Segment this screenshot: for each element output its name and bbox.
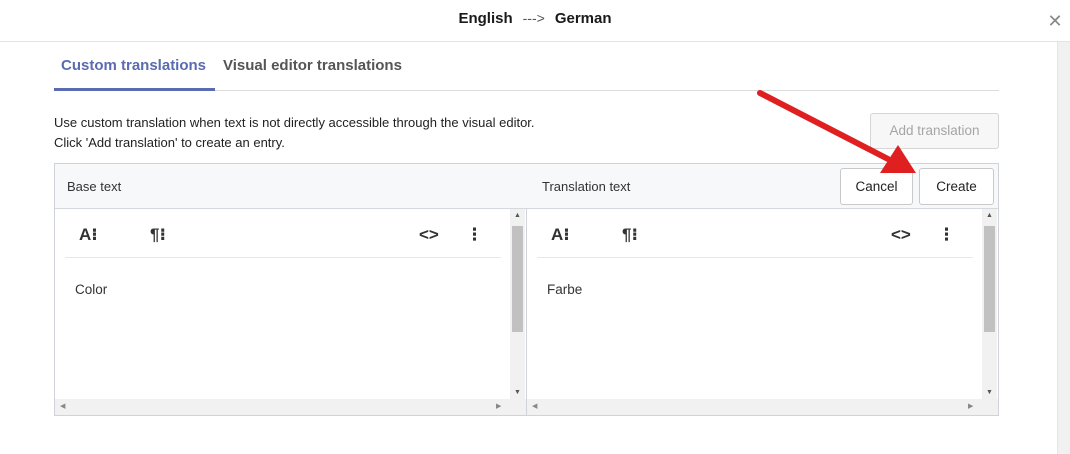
base-text-editor[interactable]: A⁝ ¶⁝ <> ⋮ Color ▲ ▼ ◀ ▶ (55, 209, 526, 415)
more-options-icon[interactable]: ⋮ (466, 225, 483, 245)
add-translation-button[interactable]: Add translation (870, 113, 999, 149)
scroll-right-icon[interactable]: ▶ (496, 402, 501, 410)
annotation-arrow-shaft (757, 90, 891, 162)
scroll-up-icon[interactable]: ▲ (510, 212, 525, 219)
tab-custom-translations[interactable]: Custom translations (54, 42, 215, 91)
translation-text-content[interactable]: Farbe (547, 282, 582, 297)
font-format-icon[interactable]: A⁝ (79, 225, 98, 245)
more-options-icon[interactable]: ⋮ (938, 225, 955, 245)
translation-panel: Base text Translation text Cancel Create… (54, 163, 999, 416)
cancel-button[interactable]: Cancel (840, 168, 913, 205)
language-pair-title: English ---> German (0, 10, 1070, 27)
target-language: German (554, 10, 612, 27)
scroll-right-icon[interactable]: ▶ (968, 402, 973, 410)
panel-header: Base text Translation text Cancel Create (55, 164, 998, 209)
code-view-icon[interactable]: <> (419, 225, 439, 245)
source-language: English (458, 10, 513, 27)
scroll-left-icon[interactable]: ◀ (60, 402, 65, 410)
scrollbar-thumb[interactable] (984, 226, 995, 332)
create-button[interactable]: Create (919, 168, 994, 205)
base-text-content[interactable]: Color (75, 282, 107, 297)
translation-text-editor[interactable]: A⁝ ¶⁝ <> ⋮ Farbe ▲ ▼ ◀ ▶ (527, 209, 998, 415)
toolbar-divider (537, 257, 973, 258)
scroll-left-icon[interactable]: ◀ (532, 402, 537, 410)
close-icon[interactable]: ✕ (1045, 11, 1065, 31)
code-view-icon[interactable]: <> (891, 225, 911, 245)
paragraph-format-icon[interactable]: ¶⁝ (622, 225, 638, 245)
description-line-2: Click 'Add translation' to create an ent… (54, 135, 285, 150)
description-text: Use custom translation when text is not … (54, 113, 535, 153)
scroll-up-icon[interactable]: ▲ (982, 212, 997, 219)
translation-text-label: Translation text (542, 179, 631, 194)
description-line-1: Use custom translation when text is not … (54, 115, 535, 130)
page-scrollbar[interactable] (1057, 42, 1070, 454)
base-text-label: Base text (67, 179, 122, 194)
scroll-down-icon[interactable]: ▼ (982, 389, 997, 396)
font-format-icon[interactable]: A⁝ (551, 225, 570, 245)
translation-vertical-scrollbar[interactable]: ▲ ▼ (982, 209, 997, 399)
scrollbar-thumb[interactable] (512, 226, 523, 332)
tab-visual-editor-translations[interactable]: Visual editor translations (216, 42, 409, 91)
toolbar-divider (65, 257, 501, 258)
language-separator: ---> (522, 10, 545, 26)
tab-bar: Custom translations Visual editor transl… (54, 42, 999, 91)
base-horizontal-scrollbar[interactable]: ◀ ▶ (55, 399, 526, 415)
dialog-header: English ---> German ✕ (0, 0, 1070, 42)
translation-horizontal-scrollbar[interactable]: ◀ ▶ (527, 399, 998, 415)
scroll-down-icon[interactable]: ▼ (510, 389, 525, 396)
paragraph-format-icon[interactable]: ¶⁝ (150, 225, 166, 245)
base-vertical-scrollbar[interactable]: ▲ ▼ (510, 209, 525, 399)
